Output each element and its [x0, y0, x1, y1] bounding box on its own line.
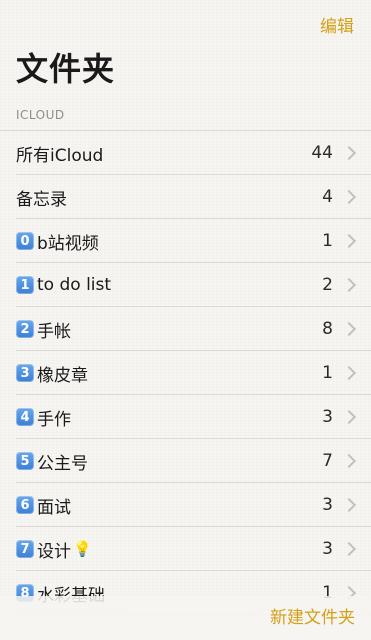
folder-row-rubber-stamp[interactable]: 3 橡皮章 1	[0, 351, 371, 395]
folder-count: 4	[322, 187, 333, 207]
keycap-7-icon: 7	[16, 540, 34, 558]
keycap-4-icon: 4	[16, 408, 34, 426]
edit-button[interactable]: 编辑	[320, 12, 354, 37]
folder-row-all-icloud[interactable]: 所有iCloud 44	[0, 131, 371, 175]
chevron-right-icon	[341, 233, 357, 249]
folder-count: 1	[322, 231, 333, 251]
chevron-right-icon	[341, 409, 357, 425]
folder-label: 7 设计 💡	[16, 537, 92, 562]
folder-count: 7	[322, 451, 333, 471]
folder-label: 2 手帐	[16, 317, 71, 342]
folder-name: 公主号	[37, 453, 88, 474]
keycap-3-icon: 3	[16, 364, 34, 382]
folder-count: 3	[322, 407, 333, 427]
folder-row-bilibili-videos[interactable]: 0 b站视频 1	[0, 219, 371, 263]
section-header-icloud: ICLOUD	[16, 108, 65, 122]
folder-list: 所有iCloud 44 备忘录 4 0 b站视频 1 1 to do list …	[0, 130, 371, 615]
folder-name: 所有iCloud	[16, 145, 104, 166]
folder-count: 3	[322, 495, 333, 515]
folder-name: b站视频	[37, 233, 99, 254]
keycap-1-icon: 1	[16, 276, 34, 294]
page-title: 文件夹	[16, 50, 116, 88]
navigation-bar: 编辑	[0, 0, 371, 44]
chevron-right-icon	[341, 541, 357, 557]
folder-label: 3 橡皮章	[16, 361, 88, 386]
folder-row-interview[interactable]: 6 面试 3	[0, 483, 371, 527]
folder-count: 44	[311, 143, 333, 163]
chevron-right-icon	[341, 497, 357, 513]
folder-count: 8	[322, 319, 333, 339]
folder-name: to do list	[37, 275, 112, 295]
bottom-toolbar: 新建文件夹	[0, 596, 371, 640]
new-folder-button[interactable]: 新建文件夹	[270, 603, 355, 628]
folder-name: 面试	[37, 497, 71, 518]
folder-name: 橡皮章	[37, 365, 88, 386]
folder-name: 手帐	[37, 321, 71, 342]
folder-label: 所有iCloud	[16, 141, 103, 166]
folder-row-todo-list[interactable]: 1 to do list 2	[0, 263, 371, 307]
folder-count: 1	[322, 363, 333, 383]
keycap-2-icon: 2	[16, 320, 34, 338]
folder-label: 1 to do list	[16, 275, 111, 295]
lightbulb-icon: 💡	[73, 540, 92, 558]
folder-label: 5 公主号	[16, 449, 88, 474]
folder-name: 备忘录	[16, 189, 67, 210]
chevron-right-icon	[341, 453, 357, 469]
chevron-right-icon	[341, 321, 357, 337]
folder-label: 4 手作	[16, 405, 71, 430]
folder-label: 0 b站视频	[16, 229, 99, 254]
folder-label: 备忘录	[16, 185, 67, 210]
chevron-right-icon	[341, 277, 357, 293]
chevron-right-icon	[341, 189, 357, 205]
folder-row-public-account[interactable]: 5 公主号 7	[0, 439, 371, 483]
folder-count: 2	[322, 275, 333, 295]
chevron-right-icon	[341, 365, 357, 381]
folder-name: 设计	[37, 541, 71, 562]
folder-row-journal[interactable]: 2 手帐 8	[0, 307, 371, 351]
folder-row-design[interactable]: 7 设计 💡 3	[0, 527, 371, 571]
chevron-right-icon	[341, 145, 357, 161]
keycap-5-icon: 5	[16, 452, 34, 470]
folder-label: 6 面试	[16, 493, 71, 518]
folder-name: 手作	[37, 409, 71, 430]
folder-row-notes[interactable]: 备忘录 4	[0, 175, 371, 219]
keycap-6-icon: 6	[16, 496, 34, 514]
keycap-0-icon: 0	[16, 232, 34, 250]
folder-count: 3	[322, 539, 333, 559]
folder-row-handcraft[interactable]: 4 手作 3	[0, 395, 371, 439]
